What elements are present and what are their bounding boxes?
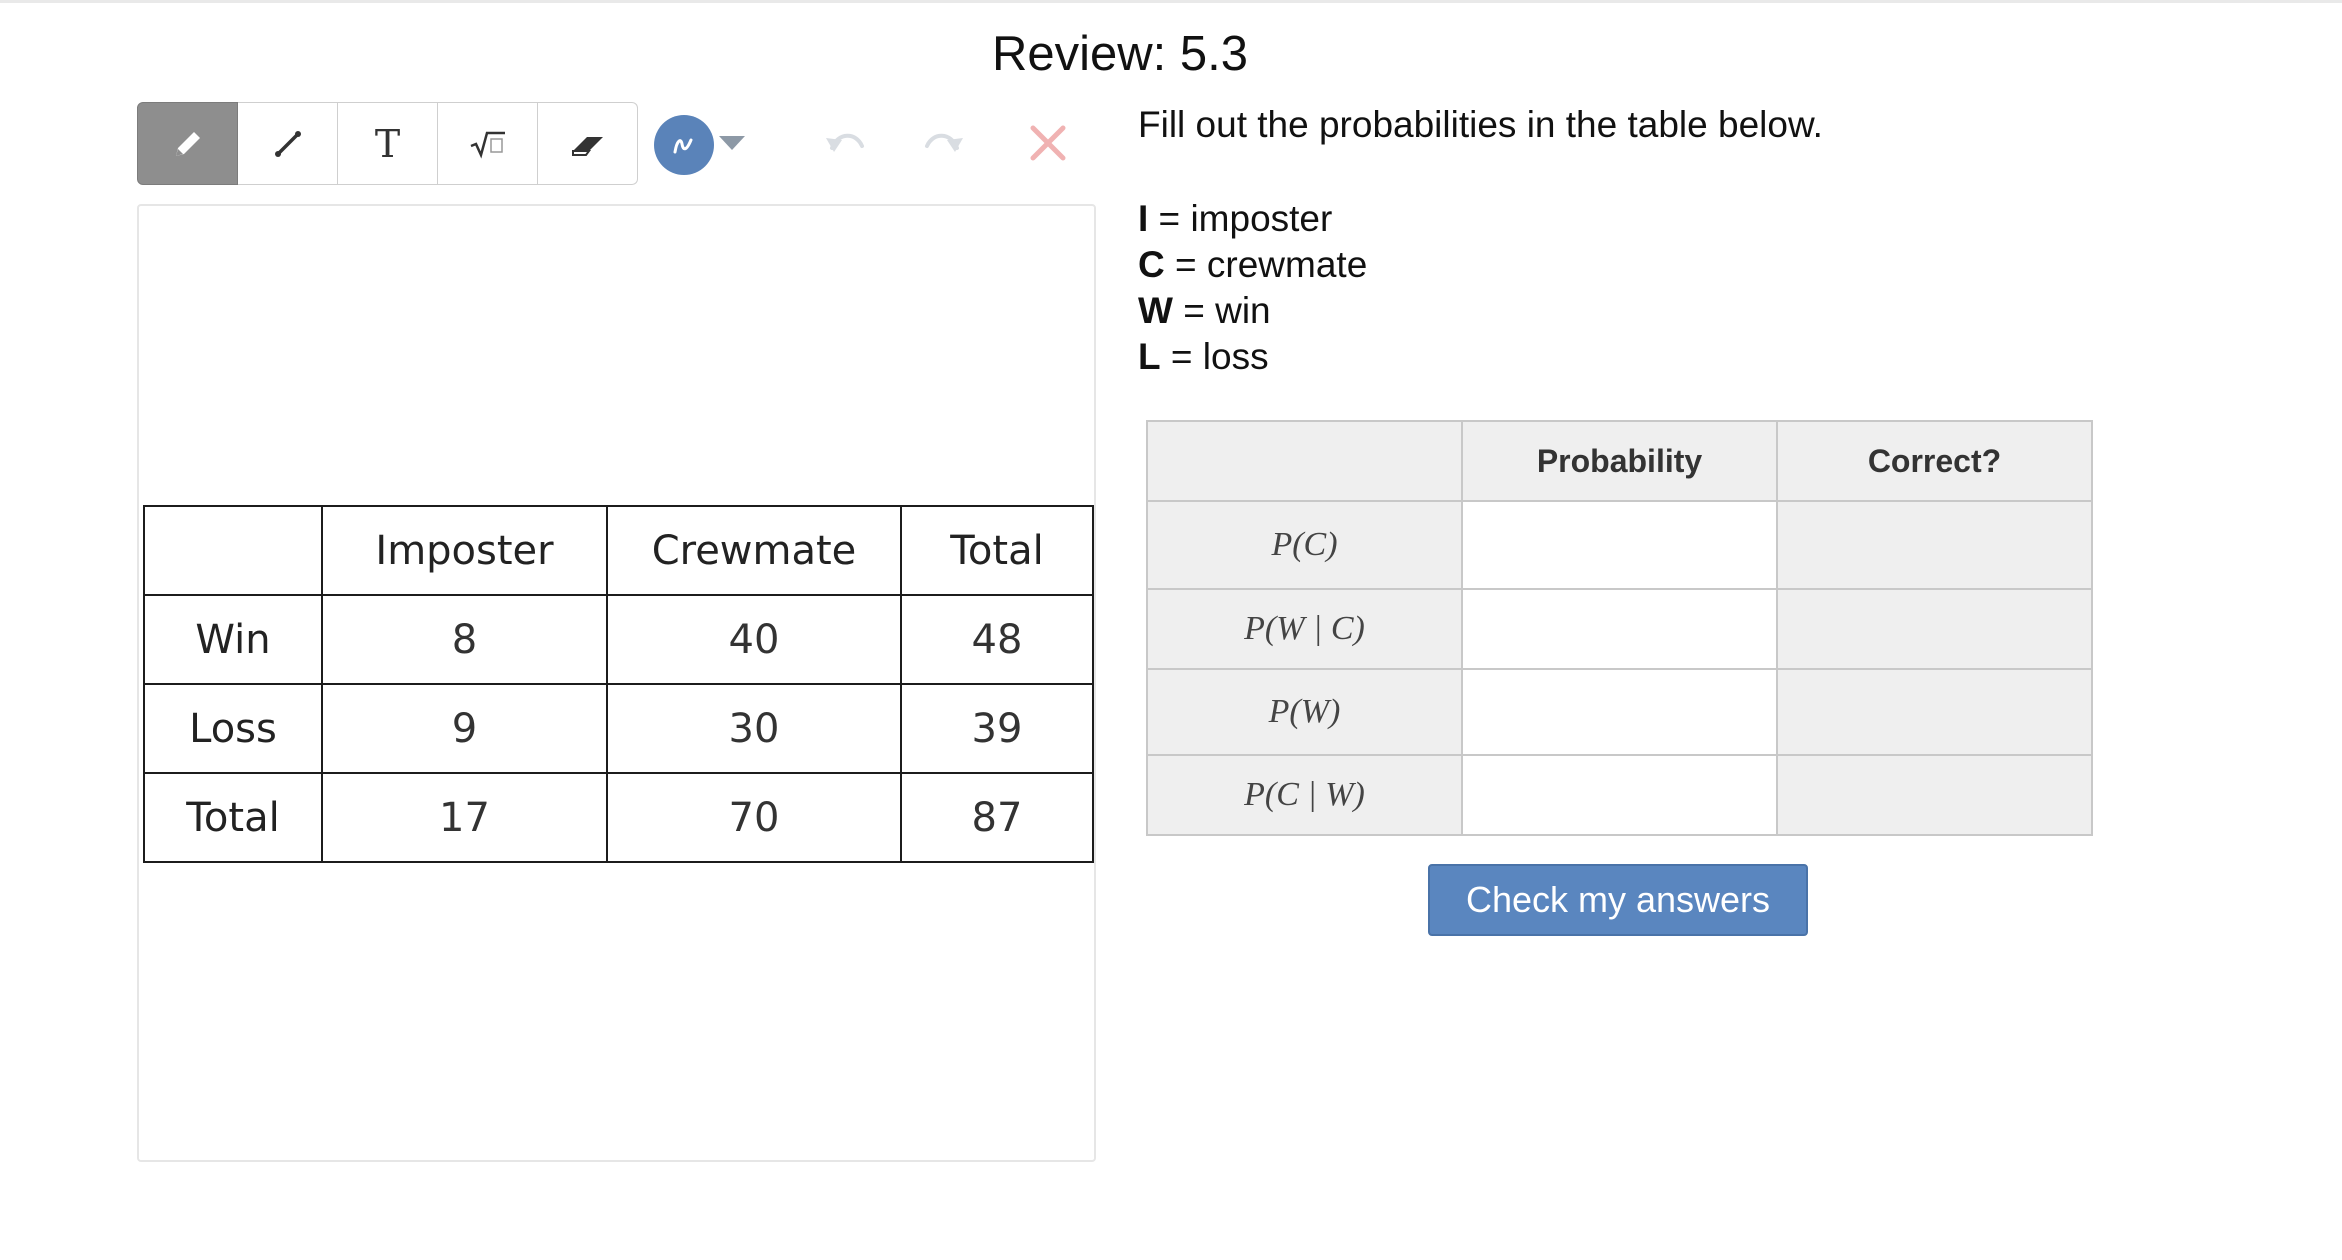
square-root-icon xyxy=(470,131,505,159)
legend-text: = win xyxy=(1172,290,1271,331)
eraser-tool-button[interactable] xyxy=(538,102,638,185)
table-cell: 9 xyxy=(321,683,608,774)
contingency-table: Imposter Crewmate Total Win 8 40 48 Loss… xyxy=(143,505,1094,863)
undo-icon xyxy=(826,133,864,152)
correct-cell xyxy=(1776,754,2093,836)
legend-key: W xyxy=(1138,290,1173,331)
table-row: P(W) xyxy=(1146,668,2093,756)
table-row: P(C) xyxy=(1146,500,2093,590)
table-cell: 39 xyxy=(900,683,1094,774)
probability-label: P(W | C) xyxy=(1146,588,1463,670)
legend-text: = imposter xyxy=(1148,198,1333,239)
color-picker-button[interactable] xyxy=(654,115,714,175)
legend-key: C xyxy=(1138,244,1165,285)
legend-item: L = loss xyxy=(1138,334,1367,380)
correct-cell xyxy=(1776,500,2093,590)
table-cell: 8 xyxy=(321,594,608,685)
top-border xyxy=(0,0,2342,3)
table-row: Win 8 40 48 xyxy=(143,594,1094,685)
legend: I = imposter C = crewmate W = win L = lo… xyxy=(1138,196,1367,380)
correct-cell xyxy=(1776,668,2093,756)
answer-header-cell: Probability xyxy=(1461,420,1778,502)
page-title: Review: 5.3 xyxy=(991,27,1248,81)
table-cell: 70 xyxy=(606,772,902,863)
row-label: Win xyxy=(143,594,323,685)
legend-text: = loss xyxy=(1160,336,1269,377)
pencil-icon xyxy=(175,131,200,156)
table-row: P(W | C) xyxy=(1146,588,2093,670)
table-header-cell: Imposter xyxy=(321,505,608,596)
legend-key: L xyxy=(1138,336,1161,377)
correct-cell xyxy=(1776,588,2093,670)
answer-header-cell xyxy=(1146,420,1463,502)
answer-header-cell: Correct? xyxy=(1776,420,2093,502)
table-row: Total 17 70 87 xyxy=(143,772,1094,863)
legend-item: I = imposter xyxy=(1138,196,1367,242)
probability-input-p-c-given-w[interactable] xyxy=(1463,777,1776,813)
table-cell: 30 xyxy=(606,683,902,774)
answer-table: Probability Correct? P(C) P(W | C) P(W) … xyxy=(1146,420,2093,836)
line-icon xyxy=(274,130,301,157)
table-header-row: Imposter Crewmate Total xyxy=(143,505,1094,596)
row-label: Total xyxy=(143,772,323,863)
redo-icon xyxy=(925,133,963,152)
probability-cell xyxy=(1461,668,1778,756)
table-row: Loss 9 30 39 xyxy=(143,683,1094,774)
instruction-text: Fill out the probabilities in the table … xyxy=(1138,104,1823,145)
legend-key: I xyxy=(1138,198,1149,239)
row-label: Loss xyxy=(143,683,323,774)
undo-button[interactable] xyxy=(822,124,866,165)
table-cell: 87 xyxy=(900,772,1094,863)
probability-cell xyxy=(1461,588,1778,670)
chevron-down-icon[interactable] xyxy=(719,136,745,150)
table-cell: 40 xyxy=(606,594,902,685)
probability-cell xyxy=(1461,500,1778,590)
table-header-cell: Total xyxy=(900,505,1094,596)
check-answers-button[interactable]: Check my answers xyxy=(1428,864,1808,936)
stroke-icon xyxy=(673,138,693,154)
close-icon xyxy=(1030,125,1066,161)
text-tool-button[interactable]: T xyxy=(338,102,438,185)
math-tool-button[interactable] xyxy=(438,102,538,185)
legend-text: = crewmate xyxy=(1164,244,1368,285)
probability-input-p-c[interactable] xyxy=(1463,527,1776,563)
clear-button[interactable] xyxy=(1028,123,1068,168)
redo-button[interactable] xyxy=(923,124,967,165)
table-cell: 17 xyxy=(321,772,608,863)
probability-input-p-w[interactable] xyxy=(1463,694,1776,730)
table-cell: 48 xyxy=(900,594,1094,685)
legend-item: W = win xyxy=(1138,288,1367,334)
text-icon: T xyxy=(374,121,401,166)
legend-item: C = crewmate xyxy=(1138,242,1367,288)
pencil-tool-button[interactable] xyxy=(137,102,238,185)
probability-cell xyxy=(1461,754,1778,836)
eraser-icon xyxy=(571,136,603,156)
table-header-cell: Crewmate xyxy=(606,505,902,596)
table-row: P(C | W) xyxy=(1146,754,2093,836)
probability-label: P(C) xyxy=(1146,500,1463,590)
table-header-cell xyxy=(143,505,323,596)
line-tool-button[interactable] xyxy=(238,102,338,185)
probability-label: P(C | W) xyxy=(1146,754,1463,836)
drawing-toolbar: T xyxy=(137,102,638,185)
answer-header-row: Probability Correct? xyxy=(1146,420,2093,502)
probability-input-p-w-given-c[interactable] xyxy=(1463,611,1776,647)
probability-label: P(W) xyxy=(1146,668,1463,756)
